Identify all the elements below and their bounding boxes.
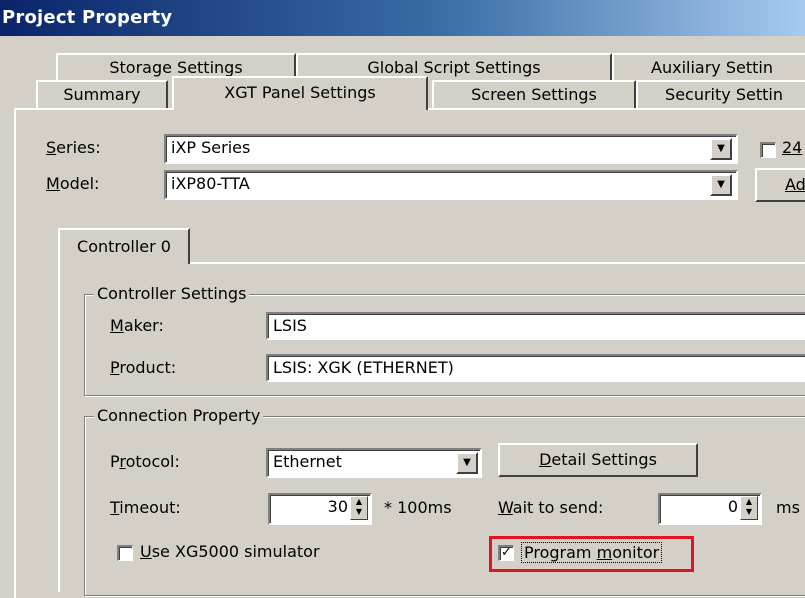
controller-settings-title: Controller Settings (94, 284, 250, 303)
tab-auxiliary-settings[interactable]: Auxiliary Settin (612, 53, 805, 81)
maker-field[interactable]: LSIS (266, 312, 805, 340)
program-monitor-highlight (489, 536, 694, 572)
wait-to-send-unit: ms (776, 498, 800, 517)
series-label: Series: (46, 138, 101, 157)
series-dropdown-arrow-icon[interactable]: ▼ (710, 138, 732, 160)
product-label: Product: (110, 358, 177, 377)
wait-to-send-spinner-icon[interactable]: ▲ ▼ (740, 496, 758, 520)
product-field[interactable]: LSIS: XGK (ETHERNET) (266, 354, 805, 382)
detail-settings-button[interactable]: Detail Settings (498, 443, 698, 477)
protocol-combobox[interactable]: Ethernet (266, 448, 482, 478)
model-combobox[interactable]: iXP80-TTA (164, 170, 738, 200)
tab-xgt-panel-settings[interactable]: XGT Panel Settings (172, 76, 428, 110)
model-dropdown-arrow-icon[interactable]: ▼ (710, 174, 732, 196)
tab-summary[interactable]: Summary (36, 80, 168, 108)
protocol-dropdown-arrow-icon[interactable]: ▼ (456, 452, 478, 474)
maker-label: Maker: (110, 316, 164, 335)
right-checkbox-label: 24 (782, 138, 803, 157)
use-simulator-label: Use XG5000 simulator (140, 542, 320, 561)
tab-controller-0[interactable]: Controller 0 (58, 228, 190, 264)
window-title: Project Property (0, 0, 805, 36)
model-label: Model: (46, 174, 100, 193)
right-checkbox[interactable] (760, 142, 776, 158)
use-simulator-checkbox[interactable] (117, 545, 133, 561)
timeout-spinner-icon[interactable]: ▲ ▼ (350, 496, 368, 520)
timeout-unit: * 100ms (384, 498, 452, 517)
connection-property-title: Connection Property (94, 406, 264, 425)
wait-to-send-label: Wait to send: (498, 498, 604, 517)
series-combobox[interactable]: iXP Series (164, 134, 738, 164)
timeout-label: Timeout: (110, 498, 181, 517)
tab-security-settings[interactable]: Security Settin (636, 80, 805, 108)
tab-screen-settings[interactable]: Screen Settings (432, 80, 636, 108)
protocol-label: Protocol: (110, 452, 180, 471)
add-button[interactable]: Ad (755, 168, 805, 202)
